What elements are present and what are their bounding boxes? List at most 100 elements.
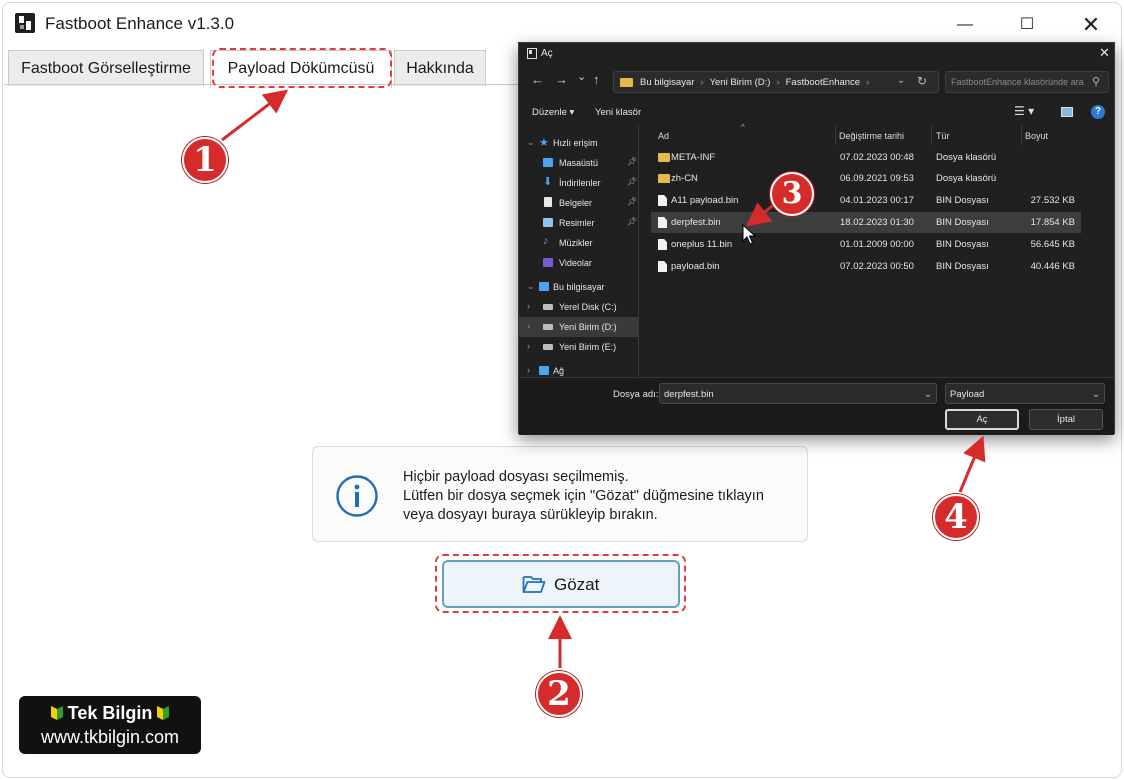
address-bar[interactable]: Bu bilgisayar › Yeni Birim (D:) › FastbootEn… <box>613 71 939 93</box>
column-header-size[interactable]: Boyut <box>1025 131 1048 141</box>
music-icon: ♪ <box>543 235 549 247</box>
up-arrow-icon[interactable]: ↑ <box>593 72 600 87</box>
network-icon <box>539 366 549 375</box>
download-icon: ⬇ <box>543 176 553 188</box>
computer-icon <box>539 282 549 291</box>
view-options-icon[interactable]: ☰ ▾ <box>1014 104 1034 118</box>
column-header-type[interactable]: Tür <box>936 131 950 141</box>
beginner-mark-icon <box>50 706 63 720</box>
mouse-cursor-icon <box>742 224 756 245</box>
no-file-info-card: Hiçbir payload dosyası seçilmemiş. Lütfe… <box>312 446 808 542</box>
sidebar-item-quick-access[interactable]: ⌄ ★ Hızlı erişim <box>519 133 639 153</box>
pin-icon[interactable]: 📌︎ <box>627 157 637 166</box>
sidebar-item-music[interactable]: ♪ Müzikler <box>519 233 639 253</box>
watermark-title: Tek Bilgin <box>19 703 201 724</box>
pictures-icon <box>543 218 553 227</box>
sidebar-item-pictures[interactable]: Resimler 📌︎ <box>519 213 639 233</box>
app-logo-icon <box>15 13 35 33</box>
close-button[interactable]: ✕ <box>1069 11 1113 39</box>
dialog-close-button[interactable]: ✕ <box>1099 45 1110 61</box>
pin-icon[interactable]: 📌︎ <box>627 177 637 186</box>
sidebar-item-this-pc[interactable]: ⌄ Bu bilgisayar <box>519 277 639 297</box>
file-list-header: ^ Ad Değiştirme tarihi Tür Boyut <box>649 123 1081 145</box>
folder-icon <box>620 78 633 87</box>
chevron-down-icon: ⌄ <box>1092 389 1100 400</box>
organize-menu[interactable]: Düzenle ▾ <box>532 107 574 118</box>
filename-field[interactable]: derpfest.bin ⌄ <box>659 383 937 404</box>
browse-button-label: Gözat <box>554 575 600 594</box>
recent-locations-icon[interactable]: ⌄ <box>577 70 586 83</box>
step-marker-2: 2 <box>536 671 582 717</box>
videos-icon <box>543 258 553 267</box>
drive-icon <box>543 304 553 310</box>
browse-button[interactable]: Gözat <box>442 560 680 608</box>
info-icon <box>336 475 378 517</box>
search-placeholder: FastbootEnhance klasöründe ara <box>951 77 1084 87</box>
file-icon <box>658 217 667 228</box>
sidebar-item-videos[interactable]: Videolar <box>519 253 639 273</box>
file-row[interactable]: zh-CN 06.09.2021 09:53 Dosya klasörü <box>651 168 1081 189</box>
filetype-select[interactable]: Payload ⌄ <box>945 383 1105 404</box>
file-row[interactable]: oneplus 11.bin 01.01.2009 00:00 BIN Dosy… <box>651 234 1081 255</box>
file-icon <box>658 195 667 206</box>
step-marker-1: 1 <box>182 137 228 183</box>
column-header-date[interactable]: Değiştirme tarihi <box>839 131 904 141</box>
breadcrumb: Bu bilgisayar › Yeni Birim (D:) › FastbootEn… <box>640 77 870 88</box>
folder-open-icon <box>522 576 546 593</box>
dialog-footer: Dosya adı: derpfest.bin ⌄ Payload ⌄ Aç İ… <box>519 377 1114 435</box>
drive-icon <box>543 324 553 330</box>
sidebar-item-new-volume-d[interactable]: › Yeni Birim (D:) <box>519 317 639 337</box>
search-icon: ⚲ <box>1092 76 1101 88</box>
title-bar[interactable]: Fastboot Enhance v1.3.0 — ☐ ✕ <box>3 3 1121 45</box>
new-folder-button[interactable]: Yeni klasör <box>595 107 641 118</box>
dialog-title: Aç <box>541 48 553 59</box>
maximize-button[interactable]: ☐ <box>1005 11 1049 39</box>
dialog-title-bar[interactable]: Aç ✕ <box>519 43 1114 65</box>
pin-icon[interactable]: 📌︎ <box>627 197 637 206</box>
breadcrumb-item[interactable]: Bu bilgisayar <box>640 77 694 88</box>
column-header-name[interactable]: Ad <box>658 131 669 141</box>
breadcrumb-item[interactable]: Yeni Birim (D:) <box>710 77 771 88</box>
tab-about[interactable]: Hakkında <box>394 50 486 86</box>
sidebar-item-documents[interactable]: Belgeler 📌︎ <box>519 193 639 213</box>
minimize-button[interactable]: — <box>943 11 987 39</box>
dialog-app-icon <box>527 48 537 59</box>
open-file-dialog: Aç ✕ ← → ⌄ ↑ Bu bilgisayar › Yeni Birim (D… <box>518 42 1115 435</box>
watermark-line-1: Tek Bilgin <box>67 703 153 723</box>
open-button[interactable]: Aç <box>945 409 1019 430</box>
dialog-nav-bar: ← → ⌄ ↑ Bu bilgisayar › Yeni Birim (D:) › Fa… <box>519 69 1114 95</box>
file-row[interactable]: payload.bin 07.02.2023 00:50 BIN Dosyası… <box>651 256 1081 277</box>
preview-pane-icon[interactable] <box>1061 107 1073 117</box>
tab-fastboot-visualization[interactable]: Fastboot Görselleştirme <box>8 50 204 86</box>
address-dropdown-icon[interactable]: ⌄ <box>897 75 905 86</box>
sidebar-item-new-volume-e[interactable]: › Yeni Birim (E:) <box>519 337 639 357</box>
refresh-icon[interactable]: ↻ <box>917 74 927 88</box>
filetype-value: Payload <box>950 389 985 400</box>
help-icon[interactable]: ? <box>1091 105 1105 119</box>
desktop-icon <box>543 158 553 167</box>
breadcrumb-item[interactable]: FastbootEnhance <box>786 77 860 88</box>
info-line-1: Hiçbir payload dosyası seçilmemiş. <box>403 469 629 485</box>
sidebar-item-local-disk-c[interactable]: › Yerel Disk (C:) <box>519 297 639 317</box>
back-arrow-icon[interactable]: ← <box>531 72 544 87</box>
dialog-toolbar: Düzenle ▾ Yeni klasör ☰ ▾ ? <box>519 101 1114 123</box>
search-input[interactable]: FastbootEnhance klasöründe ara ⚲ <box>945 71 1109 93</box>
file-row-selected[interactable]: derpfest.bin 18.02.2023 01:30 BIN Dosyas… <box>651 212 1081 233</box>
sort-ascending-icon: ^ <box>741 123 745 132</box>
sidebar-item-desktop[interactable]: Masaüstü 📌︎ <box>519 153 639 173</box>
chevron-down-icon[interactable]: ⌄ <box>924 389 932 400</box>
watermark-line-2: www.tkbilgin.com <box>40 727 180 747</box>
file-row[interactable]: META-INF 07.02.2023 00:48 Dosya klasörü <box>651 147 1081 168</box>
cancel-button[interactable]: İptal <box>1029 409 1103 430</box>
filename-label: Dosya adı: <box>613 389 659 400</box>
step-marker-4: 4 <box>933 494 979 540</box>
watermark: Tek Bilgin www.tkbilgin.com <box>19 696 201 754</box>
beginner-mark-icon <box>157 706 170 720</box>
sidebar-item-downloads[interactable]: ⬇ İndirilenler 📌︎ <box>519 173 639 193</box>
window-title: Fastboot Enhance v1.3.0 <box>45 14 235 33</box>
info-message: Hiçbir payload dosyası seçilmemiş. Lütfe… <box>403 468 799 525</box>
forward-arrow-icon[interactable]: → <box>555 72 568 87</box>
file-row[interactable]: A11 payload.bin 04.01.2023 00:17 BIN Dos… <box>651 190 1081 211</box>
folder-icon <box>658 153 670 162</box>
pin-icon[interactable]: 📌︎ <box>627 217 637 226</box>
